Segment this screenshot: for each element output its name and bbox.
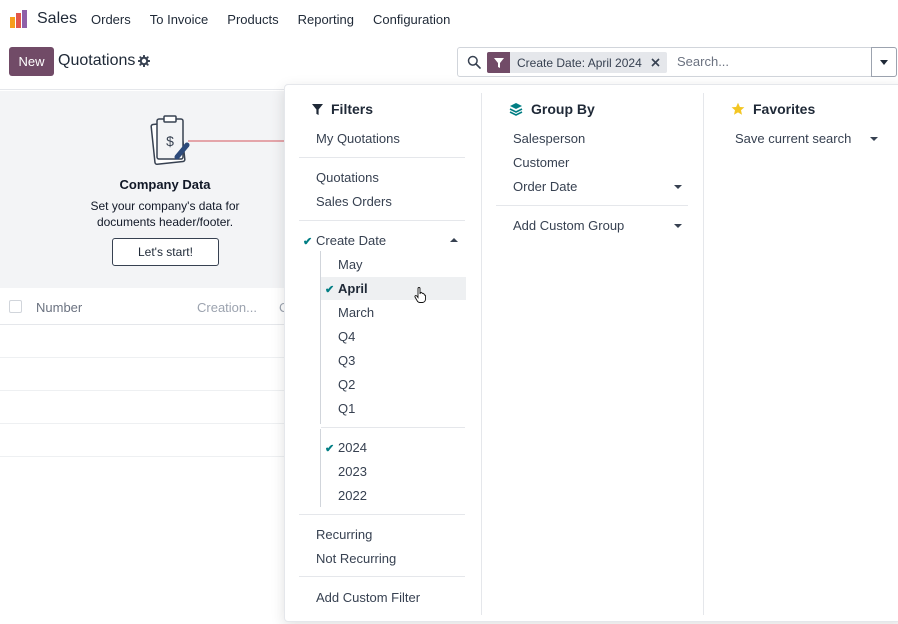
facet-label: Create Date: April 2024 [517,55,642,70]
hand-cursor-icon [414,287,426,303]
favorites-column: Favorites Save current search [703,93,898,615]
table-row [0,391,300,424]
divider [299,576,465,577]
filter-date-q1[interactable]: Q1 [338,401,355,416]
check-icon: ✔ [325,443,335,455]
menu-reporting[interactable]: Reporting [298,12,354,27]
search-panel-dropdown: Filters My Quotations Quotations Sales O… [284,84,898,622]
group-by-order-date[interactable]: Order Date [513,179,577,194]
filters-heading-label: Filters [331,101,374,117]
new-button[interactable]: New [9,47,54,76]
group-by-column: Group By Salesperson Customer Order Date… [481,93,703,615]
filter-create-date[interactable]: Create Date [316,233,386,248]
filter-quotations[interactable]: Quotations [316,170,379,185]
divider [299,220,465,221]
search-input[interactable] [677,54,867,69]
close-icon[interactable] [649,56,663,70]
search-panel-toggle[interactable] [871,47,897,77]
caret-down-icon [880,59,888,65]
svg-text:$: $ [166,133,174,149]
filter-not-recurring[interactable]: Not Recurring [316,551,396,566]
group-by-customer[interactable]: Customer [513,155,569,170]
divider [299,157,465,158]
menu-products[interactable]: Products [227,12,278,27]
filter-year-2024[interactable]: 2024 [338,440,367,455]
filter-year-2022[interactable]: 2022 [338,488,367,503]
group-by-heading-label: Group By [531,101,595,117]
filter-date-march[interactable]: March [338,305,374,320]
caret-up-icon[interactable] [450,238,458,242]
filters-column: Filters My Quotations Quotations Sales O… [285,85,481,621]
filters-heading: Filters [312,101,373,117]
divider [496,205,688,206]
layers-icon [509,103,523,116]
menu-orders[interactable]: Orders [91,12,131,27]
lets-start-button[interactable]: Let's start! [112,238,219,266]
add-custom-filter[interactable]: Add Custom Filter [316,590,420,605]
add-custom-group[interactable]: Add Custom Group [513,218,624,233]
caret-down-icon[interactable] [674,185,682,189]
group-by-heading: Group By [509,101,595,117]
app-name[interactable]: Sales [37,10,77,28]
filter-icon [487,52,510,73]
favorites-heading-label: Favorites [753,101,816,117]
check-icon: ✔ [303,236,313,248]
menu-to-invoice[interactable]: To Invoice [150,12,209,27]
filter-date-may[interactable]: May [338,257,363,272]
helper-text: Set your company's data for documents he… [0,198,330,230]
filter-year-2023[interactable]: 2023 [338,464,367,479]
filter-my-quotations[interactable]: My Quotations [316,131,400,146]
sales-app-icon[interactable] [9,9,29,29]
submenu-guide [320,429,321,507]
onboarding-helper: $ Company Data Set your company's data f… [0,91,300,288]
filter-icon [312,103,323,115]
search-icon [467,55,481,69]
divider [321,427,465,428]
select-all-checkbox[interactable] [9,300,22,313]
main-menu: Orders To Invoice Products Reporting Con… [91,12,469,27]
filter-date-q2[interactable]: Q2 [338,377,355,392]
helper-title: Company Data [119,177,211,192]
page-title: Quotations [58,52,136,69]
check-icon: ✔ [325,284,335,296]
column-creation-date[interactable]: Creation... [197,300,257,315]
search-bar: Create Date: April 2024 [457,47,897,77]
column-number[interactable]: Number [36,300,82,315]
helper-text-line-2: documents header/footer. [96,215,234,229]
control-panel: New Quotations Create Date: April 2024 [0,40,898,90]
gear-icon[interactable] [138,55,150,67]
caret-down-icon[interactable] [870,137,878,141]
helper-text-line-1: Set your company's data for [90,199,240,213]
group-by-salesperson[interactable]: Salesperson [513,131,585,146]
filter-date-q3[interactable]: Q3 [338,353,355,368]
filter-date-q4[interactable]: Q4 [338,329,355,344]
favorites-heading: Favorites [731,101,815,117]
menu-configuration[interactable]: Configuration [373,12,450,27]
filter-recurring[interactable]: Recurring [316,527,372,542]
table-row [0,358,300,391]
top-navbar: Sales Orders To Invoice Products Reporti… [0,0,898,40]
table-row [0,424,300,457]
document-dollar-icon: $ [150,115,190,166]
filter-sales-orders[interactable]: Sales Orders [316,194,392,209]
filter-date-april[interactable]: April [338,281,368,296]
save-current-search[interactable]: Save current search [735,131,851,146]
divider [299,514,465,515]
search-facet: Create Date: April 2024 [487,52,667,73]
star-icon [731,102,745,115]
list-header: Number Creation... C [0,289,300,325]
table-row [0,325,300,358]
caret-down-icon[interactable] [674,224,682,228]
